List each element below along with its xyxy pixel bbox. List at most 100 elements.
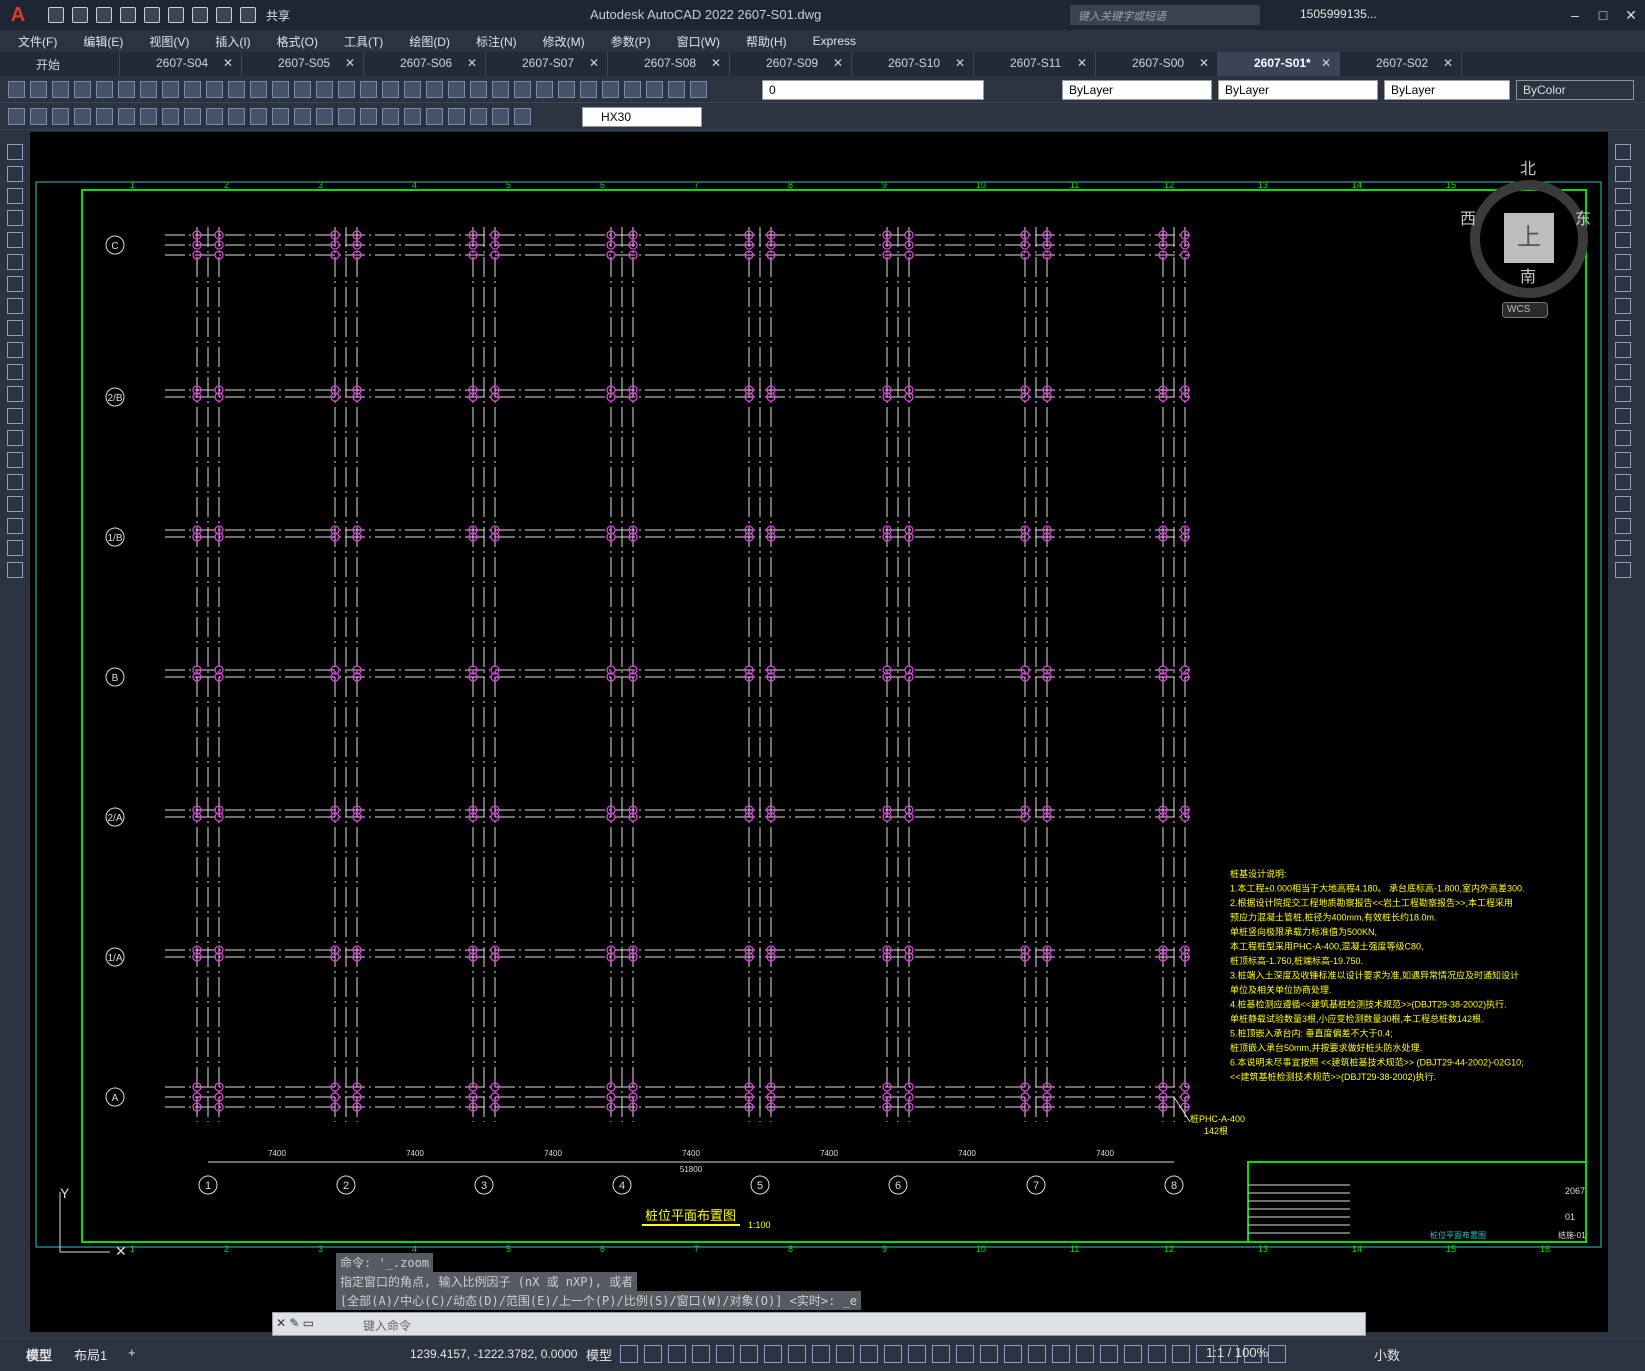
command-line-icons[interactable]: ✕ ✎ ▭ (276, 1316, 314, 1330)
close-tab-icon[interactable]: ✕ (1443, 56, 1453, 70)
maximize-icon[interactable]: □ (1589, 0, 1617, 30)
dim-tool-icon[interactable] (294, 108, 311, 125)
tool-icon[interactable] (624, 81, 641, 98)
close-tab-icon[interactable]: ✕ (955, 56, 965, 70)
dim-tool-icon[interactable] (8, 108, 25, 125)
tool-icon[interactable] (30, 81, 47, 98)
minimize-icon[interactable]: – (1561, 0, 1589, 30)
document-tab[interactable]: 2607-S11 ✕ (974, 52, 1096, 76)
dim-tool-icon[interactable] (162, 108, 179, 125)
tool-icon[interactable] (206, 81, 223, 98)
tool-icon[interactable] (52, 81, 69, 98)
status-toggle-icon[interactable] (1028, 1345, 1046, 1363)
status-toggle-icon[interactable] (1052, 1345, 1070, 1363)
modify-tool-icon[interactable] (1615, 562, 1631, 578)
wcs-menu[interactable]: WCS (1502, 302, 1548, 318)
status-toggle-icon[interactable] (692, 1345, 710, 1363)
menu-item[interactable]: 帮助(H) (746, 33, 787, 50)
tool-icon[interactable] (272, 81, 289, 98)
draw-tool-icon[interactable] (7, 166, 23, 182)
draw-tool-icon[interactable] (7, 386, 23, 402)
add-layout-icon[interactable]: + (128, 1345, 136, 1360)
dim-tool-icon[interactable] (206, 108, 223, 125)
tool-icon[interactable] (668, 81, 685, 98)
tool-icon[interactable] (294, 81, 311, 98)
menu-item[interactable]: 窗口(W) (677, 33, 720, 50)
menu-item[interactable]: 插入(I) (215, 33, 250, 50)
save-web-icon[interactable] (168, 7, 184, 23)
status-toggle-icon[interactable] (1004, 1345, 1022, 1363)
status-toggle-icon[interactable] (1124, 1345, 1142, 1363)
draw-tool-icon[interactable] (7, 540, 23, 556)
command-input[interactable]: 键入命令 (272, 1312, 1366, 1336)
dim-tool-icon[interactable] (228, 108, 245, 125)
menu-item[interactable]: 标注(N) (476, 33, 517, 50)
status-toggle-icon[interactable] (884, 1345, 902, 1363)
dim-tool-icon[interactable] (404, 108, 421, 125)
draw-tool-icon[interactable] (7, 254, 23, 270)
document-tab[interactable]: 2607-S09 ✕ (730, 52, 852, 76)
close-tab-icon[interactable]: ✕ (467, 56, 477, 70)
status-toggle-icon[interactable] (764, 1345, 782, 1363)
close-tab-icon[interactable]: ✕ (345, 56, 355, 70)
modify-tool-icon[interactable] (1615, 496, 1631, 512)
drawing-canvas[interactable]: 1 1 2 2 3 3 4 4 5 5 6 6 7 7 8 8 9 9 10 10 11 11 12 12 13 13 14 14 15… (30, 132, 1608, 1332)
dim-tool-icon[interactable] (426, 108, 443, 125)
modify-tool-icon[interactable] (1615, 452, 1631, 468)
tool-icon[interactable] (250, 81, 267, 98)
draw-tool-icon[interactable] (7, 320, 23, 336)
modify-tool-icon[interactable] (1615, 518, 1631, 534)
viewcube-east[interactable]: 东 (1575, 205, 1591, 229)
draw-tool-icon[interactable] (7, 518, 23, 534)
draw-tool-icon[interactable] (7, 276, 23, 292)
modify-tool-icon[interactable] (1615, 210, 1631, 226)
viewcube[interactable]: 上 北 南 西 东 (1460, 155, 1591, 298)
annotation-scale[interactable]: 1:1 / 100% (1206, 1345, 1268, 1360)
color-combo[interactable]: ByLayer (1062, 80, 1212, 100)
menu-item[interactable]: 修改(M) (543, 33, 585, 50)
dim-tool-icon[interactable] (250, 108, 267, 125)
modify-tool-icon[interactable] (1615, 540, 1631, 556)
viewcube-top-face[interactable]: 上 (1504, 213, 1554, 263)
tool-icon[interactable] (118, 81, 135, 98)
status-toggle-icon[interactable] (812, 1345, 830, 1363)
save-icon[interactable] (96, 7, 112, 23)
dim-tool-icon[interactable] (52, 108, 69, 125)
status-toggle-icon[interactable] (620, 1345, 638, 1363)
dim-tool-icon[interactable] (96, 108, 113, 125)
tool-icon[interactable] (162, 81, 179, 98)
tool-icon[interactable] (646, 81, 663, 98)
redo-icon[interactable] (240, 7, 256, 23)
layer-combo[interactable]: 0 (762, 80, 984, 100)
open-icon[interactable] (72, 7, 88, 23)
dim-tool-icon[interactable] (74, 108, 91, 125)
draw-tool-icon[interactable] (7, 342, 23, 358)
menu-item[interactable]: 工具(T) (344, 33, 383, 50)
status-toggle-icon[interactable] (956, 1345, 974, 1363)
status-toggle-icon[interactable] (860, 1345, 878, 1363)
tool-icon[interactable] (690, 81, 707, 98)
status-toggle-icon[interactable] (788, 1345, 806, 1363)
close-tab-icon[interactable]: ✕ (1199, 56, 1209, 70)
tool-icon[interactable] (514, 81, 531, 98)
status-toggle-icon[interactable] (836, 1345, 854, 1363)
close-tab-icon[interactable]: ✕ (711, 56, 721, 70)
menu-item[interactable]: 绘图(D) (409, 33, 450, 50)
tool-icon[interactable] (470, 81, 487, 98)
tool-icon[interactable] (316, 81, 333, 98)
undo-icon[interactable] (216, 7, 232, 23)
status-toggle-icon[interactable] (932, 1345, 950, 1363)
new-icon[interactable] (48, 7, 64, 23)
status-toggle-icon[interactable] (740, 1345, 758, 1363)
autocad-logo-icon[interactable]: A (6, 3, 30, 27)
status-toggle-icon[interactable] (1172, 1345, 1190, 1363)
textstyle-combo[interactable]: HX30 (582, 107, 702, 127)
tool-icon[interactable] (382, 81, 399, 98)
tool-icon[interactable] (426, 81, 443, 98)
dim-tool-icon[interactable] (118, 108, 135, 125)
modify-tool-icon[interactable] (1615, 386, 1631, 402)
viewcube-west[interactable]: 西 (1460, 205, 1476, 229)
dim-tool-icon[interactable] (316, 108, 333, 125)
lineweight-combo[interactable]: ByLayer (1384, 80, 1510, 100)
linetype-combo[interactable]: ByLayer (1218, 80, 1378, 100)
